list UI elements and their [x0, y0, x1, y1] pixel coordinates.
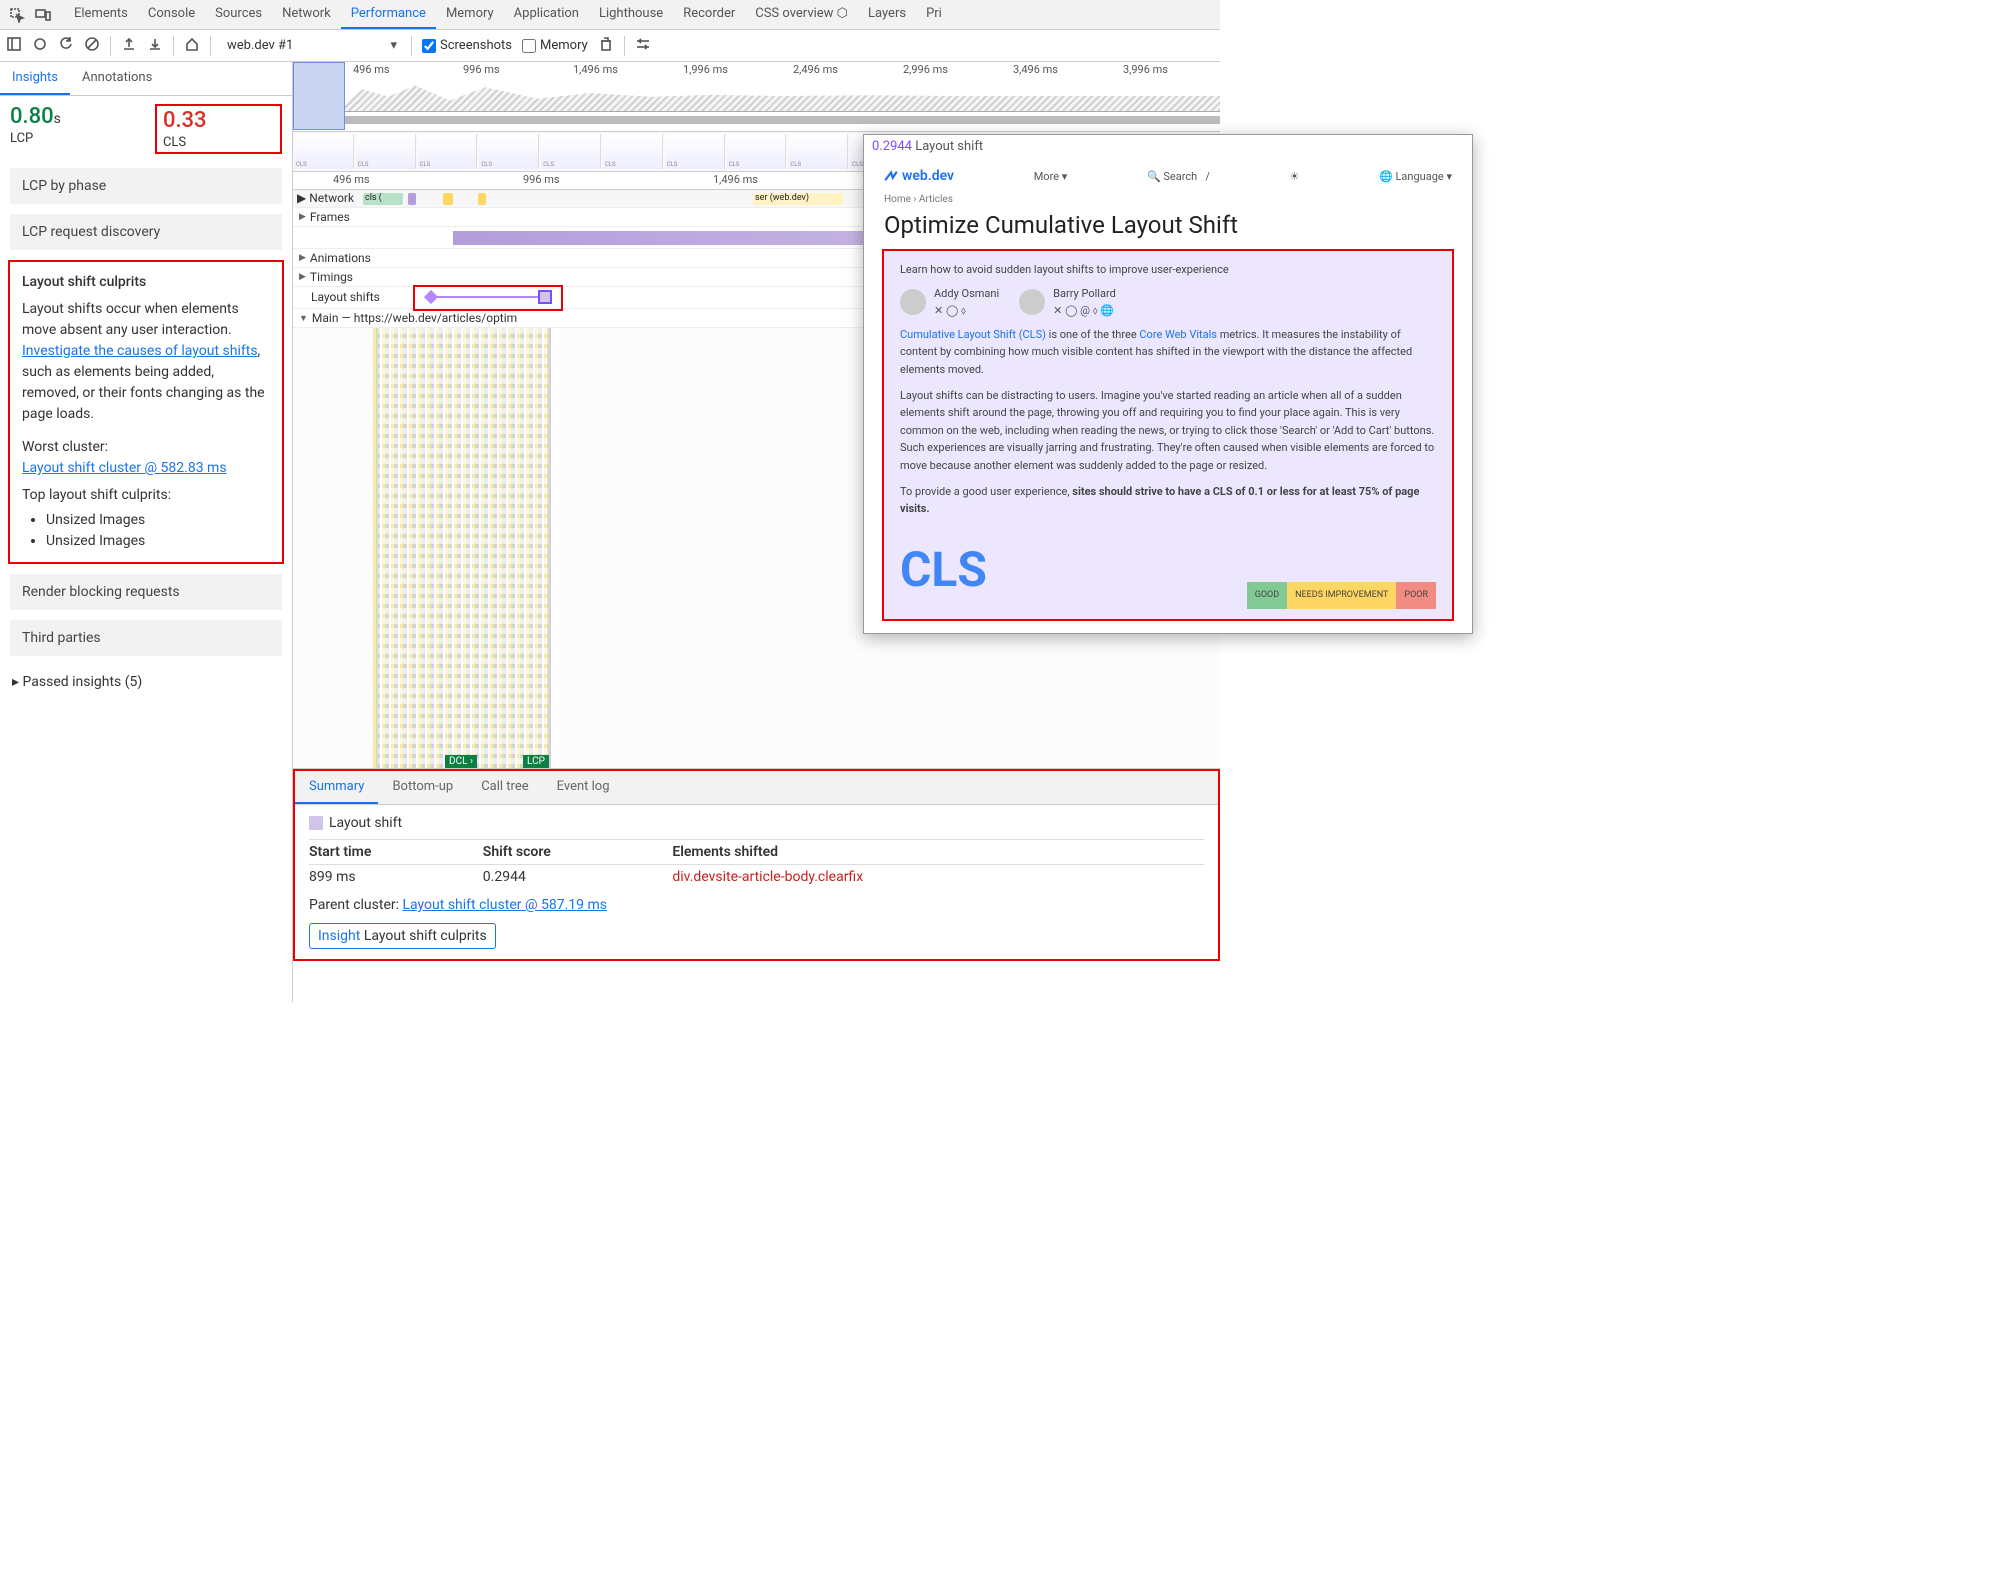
home-icon[interactable]: [184, 36, 200, 56]
author: Addy Osmani✕ ◯ ⬨: [900, 285, 999, 320]
download-icon[interactable]: [147, 36, 163, 56]
site-more: More ▾: [1034, 170, 1068, 183]
shifted-element-link[interactable]: div.devsite-article-body.clearfix: [672, 865, 1204, 890]
screenshots-checkbox[interactable]: Screenshots: [422, 38, 512, 53]
avatar: [900, 289, 926, 315]
insight-layout-shift-culprits[interactable]: Layout shift culprits Layout shifts occu…: [8, 260, 284, 564]
tab-annotations[interactable]: Annotations: [70, 62, 164, 95]
dcl-marker[interactable]: DCL ›: [445, 755, 477, 768]
performance-toolbar: web.dev #1 Screenshots Memory: [0, 30, 1220, 62]
layout-shift-swatch: [309, 816, 323, 830]
tab-lighthouse[interactable]: Lighthouse: [589, 0, 673, 29]
summary-table: Start timeShift scoreElements shifted 89…: [309, 839, 1204, 889]
culprits-list: Unsized Images Unsized Images: [22, 510, 270, 552]
passed-insights-toggle[interactable]: Passed insights (5): [0, 666, 292, 698]
tab-eventlog[interactable]: Event log: [543, 771, 624, 804]
profile-select[interactable]: web.dev #1: [221, 36, 401, 55]
culprit-item: Unsized Images: [46, 510, 270, 531]
tab-console[interactable]: Console: [138, 0, 205, 29]
shifted-region: Learn how to avoid sudden layout shifts …: [882, 249, 1454, 621]
tab-performance[interactable]: Performance: [341, 0, 436, 29]
tab-sources[interactable]: Sources: [205, 0, 272, 29]
tab-bottomup[interactable]: Bottom-up: [378, 771, 467, 804]
tab-cut[interactable]: Pri: [916, 0, 952, 29]
culprits-learn-link[interactable]: Investigate the causes of layout shifts: [22, 343, 258, 359]
devtools-top-bar: Elements Console Sources Network Perform…: [0, 0, 1220, 30]
site-lang: 🌐 Language ▾: [1379, 170, 1452, 183]
trace-area: 496 ms 996 ms 1,496 ms 1,996 ms 2,496 ms…: [293, 62, 1220, 1002]
tab-calltree[interactable]: Call tree: [467, 771, 542, 804]
tab-elements[interactable]: Elements: [64, 0, 138, 29]
panel-tabs: Elements Console Sources Network Perform…: [64, 0, 952, 29]
tab-memory[interactable]: Memory: [436, 0, 504, 29]
insight-lcp-phase[interactable]: LCP by phase: [10, 168, 282, 204]
memory-checkbox[interactable]: Memory: [522, 38, 588, 53]
culprits-title: Layout shift culprits: [22, 272, 270, 293]
layout-shift-event[interactable]: [538, 290, 552, 304]
tab-recorder[interactable]: Recorder: [673, 0, 745, 29]
tab-insights[interactable]: Insights: [0, 62, 70, 95]
insight-render-blocking[interactable]: Render blocking requests: [10, 574, 282, 610]
site-logo: web.dev: [884, 168, 954, 184]
upload-icon[interactable]: [121, 36, 137, 56]
profile-select-value: web.dev #1: [227, 38, 293, 53]
cls-metric[interactable]: 0.33 CLS: [155, 104, 282, 154]
insight-third-parties[interactable]: Third parties: [10, 620, 282, 656]
insight-lcp-request[interactable]: LCP request discovery: [10, 214, 282, 250]
event-type: Layout shift: [309, 815, 1204, 831]
cls-big-graphic: CLS: [900, 532, 987, 609]
tab-network[interactable]: Network: [272, 0, 341, 29]
tab-application[interactable]: Application: [504, 0, 589, 29]
worst-cluster-label: Worst cluster:: [22, 437, 270, 458]
culprit-item: Unsized Images: [46, 531, 270, 552]
tab-layers[interactable]: Layers: [858, 0, 916, 29]
top-culprits-label: Top layout shift culprits:: [22, 485, 270, 506]
breadcrumb: Home › Articles: [884, 194, 1452, 205]
author: Barry Pollard✕ ◯ @ ⬨ 🌐: [1019, 285, 1116, 320]
tab-summary[interactable]: Summary: [295, 771, 378, 804]
lcp-metric[interactable]: 0.80s LCP: [10, 104, 135, 154]
start-time-value: 899 ms: [309, 865, 483, 890]
record-icon[interactable]: [32, 36, 48, 56]
gc-icon[interactable]: [598, 36, 614, 56]
score-bar: GOOD NEEDS IMPROVEMENT POOR: [1247, 582, 1436, 608]
worst-cluster-link[interactable]: Layout shift cluster @ 582.83 ms: [22, 460, 227, 476]
device-icon[interactable]: [35, 7, 51, 23]
parent-cluster-link[interactable]: Layout shift cluster @ 587.19 ms: [402, 897, 607, 913]
preview-score: 0.2944: [872, 139, 912, 154]
insight-chip[interactable]: Insight Layout shift culprits: [309, 923, 496, 949]
site-search: 🔍 Search /: [1147, 170, 1210, 183]
reload-icon[interactable]: [58, 36, 74, 56]
insights-panel: Insights Annotations 0.80s LCP 0.33 CLS …: [0, 62, 293, 1002]
overview-ruler[interactable]: 496 ms 996 ms 1,496 ms 1,996 ms 2,496 ms…: [293, 62, 1220, 132]
culprits-body: Layout shifts occur when elements move a…: [22, 299, 270, 425]
shift-score-value: 0.2944: [483, 865, 673, 890]
layout-shift-preview: 0.2944 Layout shift web.dev More ▾ 🔍 Sea…: [863, 134, 1473, 634]
avatar: [1019, 289, 1045, 315]
detail-pane: Summary Bottom-up Call tree Event log La…: [293, 768, 1220, 961]
site-theme-icon: ☀: [1290, 170, 1300, 183]
lcp-marker[interactable]: LCP: [523, 755, 549, 768]
tab-cssoverview[interactable]: CSS overview ⬡: [745, 0, 858, 29]
clear-icon[interactable]: [84, 36, 100, 56]
inspect-icon[interactable]: [9, 7, 25, 23]
article-title: Optimize Cumulative Layout Shift: [884, 211, 1452, 239]
overview-selection[interactable]: [293, 62, 345, 130]
toggle-sidebar-icon[interactable]: [6, 36, 22, 56]
parent-cluster: Parent cluster: Layout shift cluster @ 5…: [309, 897, 1204, 913]
shortcuts-icon[interactable]: [635, 36, 651, 56]
